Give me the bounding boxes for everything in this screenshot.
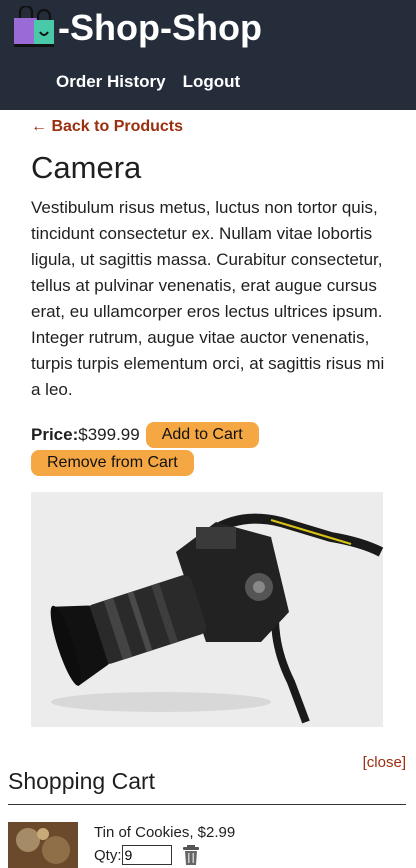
cart-item-name-price: Tin of Cookies, $2.99 [94, 824, 236, 841]
main-nav: Order History Logout [56, 72, 240, 92]
cart-close-link[interactable]: [close] [363, 754, 406, 771]
cart-divider [8, 804, 406, 805]
cart-item-image [8, 822, 78, 868]
nav-logout[interactable]: Logout [183, 72, 241, 92]
shopping-bag-icon [14, 6, 54, 47]
qty-input[interactable] [121, 845, 172, 865]
cart-item: Tin of Cookies, $2.99 Qty: [8, 822, 235, 868]
price-value: $399.99 [78, 425, 140, 444]
product-detail: ← Back to Products Camera Vestibulum ris… [31, 118, 389, 727]
qty-label: Qty: [94, 846, 122, 864]
price-row: Price: $399.99 Add to Cart [31, 422, 389, 448]
back-to-products-link[interactable]: ← Back to Products [31, 118, 389, 136]
product-description: Vestibulum risus metus, luctus non torto… [31, 198, 385, 399]
cart-title: Shopping Cart [8, 768, 156, 794]
product-title: Camera [31, 150, 142, 185]
brand[interactable]: -Shop-Shop [12, 6, 262, 50]
remove-from-cart-button[interactable]: Remove from Cart [31, 450, 194, 476]
trash-icon[interactable] [182, 845, 200, 865]
nav-order-history[interactable]: Order History [56, 72, 166, 92]
site-header: -Shop-Shop Order History Logout [0, 0, 416, 110]
cart-item-qty-row: Qty: [94, 845, 235, 865]
cart-item-info: Tin of Cookies, $2.99 Qty: [94, 822, 235, 868]
add-to-cart-button[interactable]: Add to Cart [145, 422, 259, 448]
brand-title: -Shop-Shop [58, 7, 262, 48]
product-image [31, 492, 383, 727]
price-label: Price: [31, 425, 79, 444]
